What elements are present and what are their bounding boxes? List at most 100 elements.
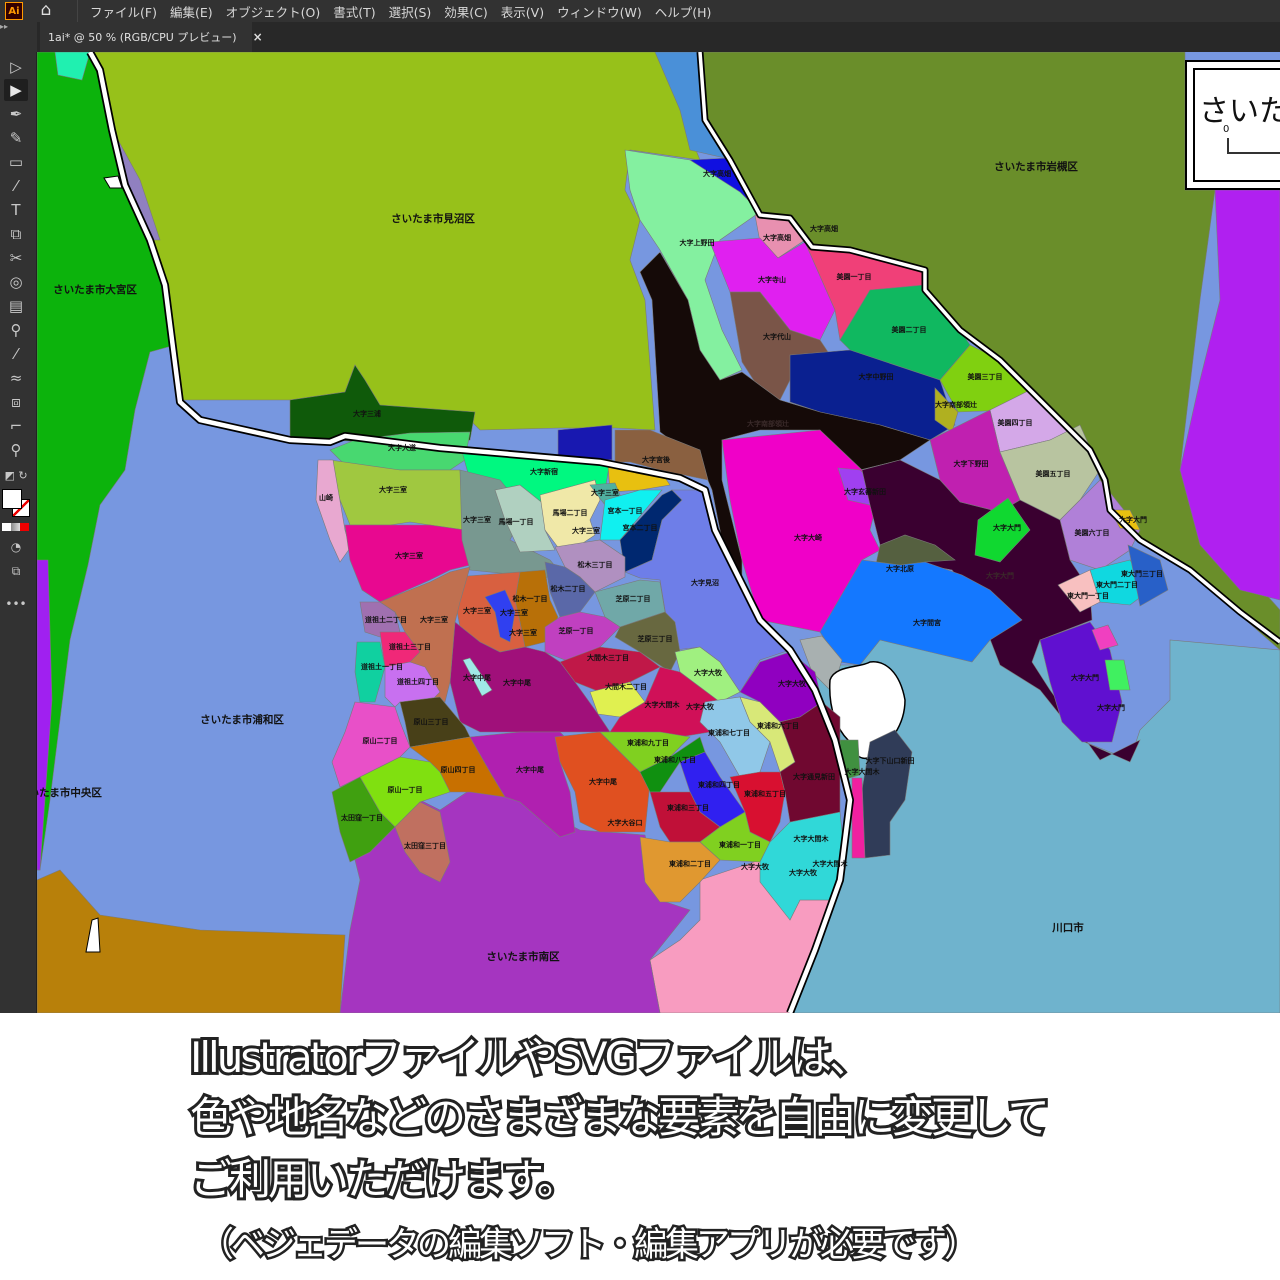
ward-label: さいたま市見沼区 <box>391 212 475 225</box>
district-label: 大字大門 <box>1071 673 1099 682</box>
screen-mode-icon[interactable]: ⧉ <box>4 560 28 582</box>
district-label: 松木一丁目 <box>513 594 548 603</box>
curvature-tool-icon[interactable]: ✎ <box>4 127 28 149</box>
puppet-warp-tool-icon[interactable]: ≈ <box>4 367 28 389</box>
menu-type[interactable]: 書式(T) <box>333 2 375 21</box>
scale-tool-icon[interactable]: ⧉ <box>4 223 28 245</box>
district-label: 大字下山口新田 <box>866 756 915 765</box>
more-tools-icon[interactable]: ••• <box>4 593 28 615</box>
district-label: 大字大牧 <box>694 668 723 677</box>
district-label: 美園五丁目 <box>1036 469 1071 478</box>
home-icon[interactable]: ⌂ <box>35 0 57 22</box>
district-label: 東大門三丁目 <box>1121 569 1163 578</box>
district-label: 大字大牧 <box>741 862 770 871</box>
tools-panel: ▷ ▶ ✒ ✎ ▭ ⁄ T ⧉ ✂ ◎ ▤ ⚲ ⁄ ≈ ⧈ ⌐ ⚲ ◩ ↻ ◔ … <box>0 52 37 1013</box>
district-label: 大字通見新田 <box>793 772 835 781</box>
district-label: 原山一丁目 <box>388 785 423 794</box>
district-label: 太田窪三丁目 <box>404 841 446 850</box>
map-canvas[interactable]: さいたま市見沼区 さいたま市岩槻区 さいたま市大宮区 さいたま市浦和区 さいたま… <box>37 52 1280 1013</box>
district-label: 大字大牧 <box>778 679 807 688</box>
district-label: 大字三室 <box>500 608 528 617</box>
menu-select[interactable]: 選択(S) <box>389 2 432 21</box>
district-label: 東大門一丁目 <box>1067 591 1109 600</box>
swap-fill-stroke-icon[interactable]: ◩ ↻ <box>4 465 28 487</box>
document-tab[interactable]: 1ai* @ 50 % (RGB/CPU プレビュー) × <box>40 22 263 52</box>
district-label: 大字南部領辻 <box>747 419 789 428</box>
region-mimuro-1[interactable] <box>329 459 466 531</box>
district-label: 大間木二丁目 <box>605 682 647 691</box>
type-tool-icon[interactable]: T <box>4 199 28 221</box>
district-label: 東浦和七丁目 <box>708 728 750 737</box>
collapse-panel-icon[interactable]: ▸▸ <box>0 22 37 52</box>
district-label: 大字大牧 <box>686 702 715 711</box>
pen-tool-icon[interactable]: ✒ <box>4 103 28 125</box>
ward-label: さいたま市大宮区 <box>53 283 137 296</box>
district-label: 原山二丁目 <box>363 736 398 745</box>
blend-tool-icon[interactable]: ⚲ <box>4 319 28 341</box>
district-label: 東浦和五丁目 <box>744 789 786 798</box>
district-label: 大字中尾 <box>589 777 617 786</box>
district-label: 宮本一丁目 <box>608 506 643 515</box>
eyedropper-tool-icon[interactable]: ⁄ <box>4 343 28 365</box>
shape-builder-tool-icon[interactable]: ◎ <box>4 271 28 293</box>
region-minuma[interactable] <box>89 52 701 431</box>
district-label: 美園三丁目 <box>968 372 1003 381</box>
district-label: 東浦和一丁目 <box>719 840 761 849</box>
district-label: 大字大崎 <box>794 533 822 542</box>
district-label: 大字大牧 <box>789 868 818 877</box>
menu-help[interactable]: ヘルプ(H) <box>655 2 712 21</box>
district-label: 東浦和四丁目 <box>698 780 740 789</box>
fill-swatch[interactable] <box>2 489 22 509</box>
caption-line-2: 色や地名などのさまざまな要素を自由に変更して <box>187 1093 1053 1142</box>
selection-tool-icon[interactable]: ▷ <box>4 56 28 78</box>
menu-list: ファイル(F) 編集(E) オブジェクト(O) 書式(T) 選択(S) 効果(C… <box>77 0 724 22</box>
district-label: 美園四丁目 <box>998 418 1033 427</box>
color-mode-icons[interactable] <box>2 523 29 531</box>
menu-view[interactable]: 表示(V) <box>501 2 544 21</box>
district-label: 馬場一丁目 <box>499 517 534 526</box>
menu-effect[interactable]: 効果(C) <box>444 2 487 21</box>
district-label: 馬場二丁目 <box>553 508 588 517</box>
district-label: 大字大谷口 <box>608 818 643 827</box>
district-label: 大字三室 <box>463 515 491 524</box>
ward-label: 川口市 <box>1051 921 1084 934</box>
menu-object[interactable]: オブジェクト(O) <box>226 2 321 21</box>
zoom-tool-icon[interactable]: ⚲ <box>4 439 28 461</box>
symbol-sprayer-tool-icon[interactable]: ⧈ <box>4 391 28 413</box>
district-label: 美園一丁目 <box>837 272 872 281</box>
district-label: 山崎 <box>319 493 333 502</box>
map-title-box[interactable]: さいた 0 <box>1185 60 1280 190</box>
district-label: 道祖土四丁目 <box>397 677 439 686</box>
district-label: 大字三室 <box>420 615 448 624</box>
menu-window[interactable]: ウィンドウ(W) <box>557 2 642 21</box>
ward-label: さいたま市南区 <box>486 950 560 963</box>
district-label: 松木二丁目 <box>551 584 586 593</box>
district-label: 大字大門 <box>1097 703 1125 712</box>
document-tab-bar: ▸▸ 1ai* @ 50 % (RGB/CPU プレビュー) × <box>0 22 1280 52</box>
artboard-tool-icon[interactable]: ⌐ <box>4 415 28 437</box>
district-label: 大字三室 <box>591 488 619 497</box>
direct-selection-tool-icon[interactable]: ▶ <box>4 79 28 101</box>
scissors-tool-icon[interactable]: ✂ <box>4 247 28 269</box>
district-label: 東浦和二丁目 <box>669 859 711 868</box>
map-title: さいた <box>1199 94 1280 129</box>
illustrator-logo: Ai <box>5 2 23 20</box>
district-label: 大字三室 <box>509 628 537 637</box>
region-navy-block[interactable] <box>557 424 613 461</box>
menu-bar: Ai ⌂ ファイル(F) 編集(E) オブジェクト(O) 書式(T) 選択(S)… <box>0 0 1280 22</box>
draw-mode-icon[interactable]: ◔ <box>4 536 28 558</box>
district-label: 東大門二丁目 <box>1096 580 1138 589</box>
ward-label: さいたま市岩槻区 <box>994 160 1078 173</box>
menu-edit[interactable]: 編集(E) <box>170 2 213 21</box>
district-label: 大字宮後 <box>642 455 671 464</box>
ward-label: さいたま市中央区 <box>37 786 102 799</box>
rectangle-tool-icon[interactable]: ▭ <box>4 151 28 173</box>
district-label: 太田窪一丁目 <box>341 813 383 822</box>
district-label: 松木三丁目 <box>578 560 613 569</box>
district-label: 大字中尾 <box>503 678 531 687</box>
gradient-tool-icon[interactable]: ▤ <box>4 295 28 317</box>
menu-file[interactable]: ファイル(F) <box>90 2 157 21</box>
district-label: 大字大間木 <box>845 767 881 776</box>
close-tab-icon[interactable]: × <box>253 30 263 44</box>
paintbrush-tool-icon[interactable]: ⁄ <box>4 175 28 197</box>
